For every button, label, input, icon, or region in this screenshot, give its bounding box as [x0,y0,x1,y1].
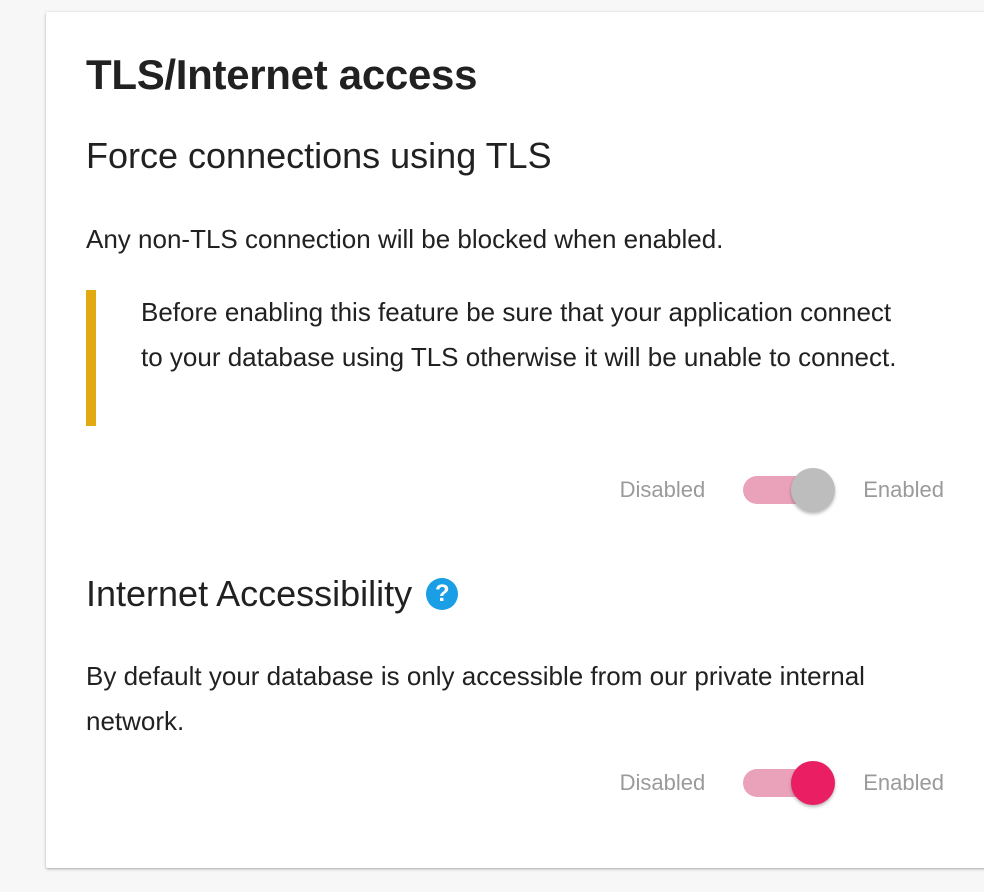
tls-toggle-row: Disabled Enabled [620,468,944,512]
page-title: TLS/Internet access [86,51,478,98]
tls-warning-callout: Before enabling this feature be sure tha… [86,290,916,426]
internet-toggle-row: Disabled Enabled [620,761,944,805]
internet-description: By default your database is only accessi… [86,661,865,736]
internet-toggle-disabled-label: Disabled [619,770,706,795]
internet-toggle-enabled-label: Enabled [863,770,944,795]
internet-heading-text: Internet Accessibility [86,573,413,614]
tls-description: Any non-TLS connection will be blocked w… [86,224,724,254]
tls-toggle-disabled-label: Disabled [619,477,706,502]
tls-warning-text: Before enabling this feature be sure tha… [141,297,897,372]
tls-internet-card: TLS/Internet access Force connections us… [46,12,984,868]
force-tls-toggle[interactable] [743,468,836,512]
tls-toggle-enabled-label: Enabled [863,477,944,502]
internet-accessibility-toggle[interactable] [743,761,836,805]
toggle-thumb[interactable] [791,761,836,805]
internet-section-heading: Internet Accessibility ? [86,572,459,616]
toggle-thumb[interactable] [791,468,836,512]
tls-section-heading: Force connections using TLS [86,135,552,176]
question-circle-icon[interactable]: ? [426,578,459,610]
